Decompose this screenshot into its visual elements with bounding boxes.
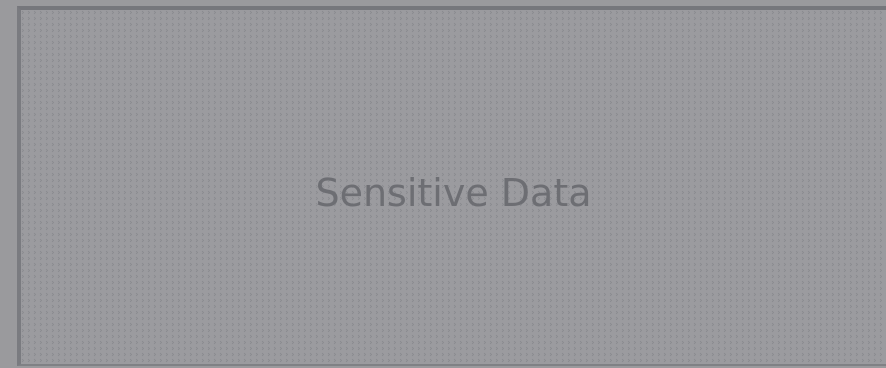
- redaction-overlay: Sensitive Data: [17, 6, 886, 366]
- screen: Sensitive Data: [0, 0, 886, 368]
- redaction-label: Sensitive Data: [315, 171, 592, 215]
